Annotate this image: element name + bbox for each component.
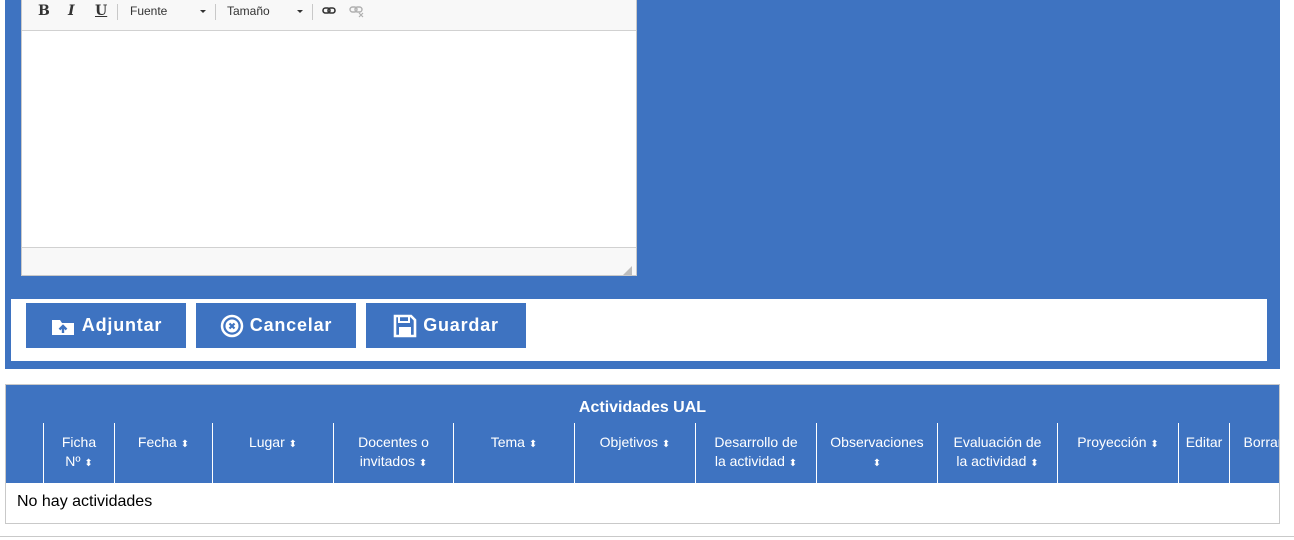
unlink-icon[interactable] (349, 4, 365, 23)
column-header-label: Observaciones (830, 434, 924, 450)
table-header: Ficha Nº ⬍ Fecha ⬍ Lugar ⬍ Docentes o invitad… (6, 423, 1279, 483)
column-header-label: Proyección ⬍ (1077, 434, 1159, 450)
form-actions: Adjuntar Cancelar Guardar (11, 299, 1267, 361)
sort-icon[interactable]: ⬍ (873, 458, 881, 469)
column-header-label: Editar (1185, 434, 1223, 450)
column-header[interactable]: Observaciones ⬍ (816, 423, 937, 483)
editor-content-area[interactable] (22, 31, 636, 247)
underline-button[interactable]: U (95, 2, 107, 20)
rich-text-editor: B I U Fuente Tamaño (21, 0, 637, 276)
cancel-label: Cancelar (249, 315, 333, 335)
column-header[interactable]: Docentes o invitados ⬍ (333, 423, 453, 483)
folder-upload-icon (50, 315, 76, 337)
font-family-label: Fuente (130, 4, 168, 18)
column-header-label: Nº (65, 453, 81, 469)
column-header[interactable]: Desarrollo de la actividad ⬍ (695, 423, 816, 483)
divider (0, 536, 1294, 537)
column-header[interactable]: Evaluación de la actividad ⬍ (937, 423, 1057, 483)
column-header-label: Lugar ⬍ (248, 434, 298, 450)
column-header-label: Evaluación de (953, 434, 1042, 450)
table-title: Actividades UAL (6, 385, 1279, 423)
sort-icon[interactable]: ⬍ (789, 458, 797, 469)
column-header-label: Objetivos ⬍ (599, 434, 671, 450)
activities-table-card: Actividades UAL Ficha Nº ⬍ Fecha ⬍ Lugar ⬍ D… (5, 384, 1280, 524)
column-header-label: Desarrollo de (714, 434, 798, 450)
save-button[interactable]: Guardar (366, 303, 526, 348)
column-header[interactable]: Ficha Nº ⬍ (43, 423, 114, 483)
chevron-down-icon (297, 10, 303, 13)
chevron-down-icon (200, 10, 206, 13)
column-header-label: invitados (359, 453, 415, 469)
link-icon[interactable] (322, 4, 336, 22)
toolbar-separator (312, 4, 313, 20)
column-header-label: la actividad (714, 453, 785, 469)
toolbar-separator (215, 4, 216, 20)
column-header-label: Ficha (61, 434, 97, 450)
font-size-label: Tamaño (227, 4, 270, 18)
column-header[interactable]: Fecha ⬍ (114, 423, 212, 483)
cancel-button[interactable]: Cancelar (196, 303, 356, 348)
column-header-label: Fecha ⬍ (137, 434, 190, 450)
italic-button[interactable]: I (68, 2, 75, 20)
sort-icon[interactable]: ⬍ (84, 458, 92, 469)
column-header[interactable]: Editar (1178, 423, 1229, 483)
column-header-label: Tema ⬍ (490, 434, 538, 450)
sort-icon[interactable]: ⬍ (419, 458, 427, 469)
column-header-label: Docentes o (358, 434, 429, 450)
bold-button[interactable]: B (38, 2, 50, 20)
editor-status-bar (22, 247, 636, 275)
save-label: Guardar (423, 315, 499, 335)
sort-icon[interactable]: ⬍ (1150, 439, 1158, 450)
column-header[interactable]: Borrar (1229, 423, 1279, 483)
column-header[interactable]: Lugar ⬍ (212, 423, 333, 483)
sort-icon[interactable]: ⬍ (289, 439, 297, 450)
sort-icon[interactable]: ⬍ (1030, 458, 1038, 469)
toolbar-separator (117, 4, 118, 20)
attach-button[interactable]: Adjuntar (26, 303, 186, 348)
sort-icon[interactable]: ⬍ (662, 439, 670, 450)
floppy-disk-icon (393, 314, 417, 338)
column-header[interactable]: Objetivos ⬍ (574, 423, 695, 483)
column-header-label: la actividad (956, 453, 1027, 469)
column-header[interactable]: Proyección ⬍ (1057, 423, 1178, 483)
attach-label: Adjuntar (81, 315, 163, 335)
empty-table-message: No hay actividades (17, 493, 153, 510)
sort-icon[interactable]: ⬍ (181, 439, 189, 450)
resize-handle-icon[interactable] (623, 262, 632, 275)
sort-icon[interactable]: ⬍ (529, 439, 537, 450)
column-header-label: Borrar (1243, 434, 1279, 450)
close-circle-icon (220, 314, 244, 338)
editor-toolbar: B I U Fuente Tamaño (22, 0, 636, 31)
column-header[interactable]: Tema ⬍ (453, 423, 574, 483)
